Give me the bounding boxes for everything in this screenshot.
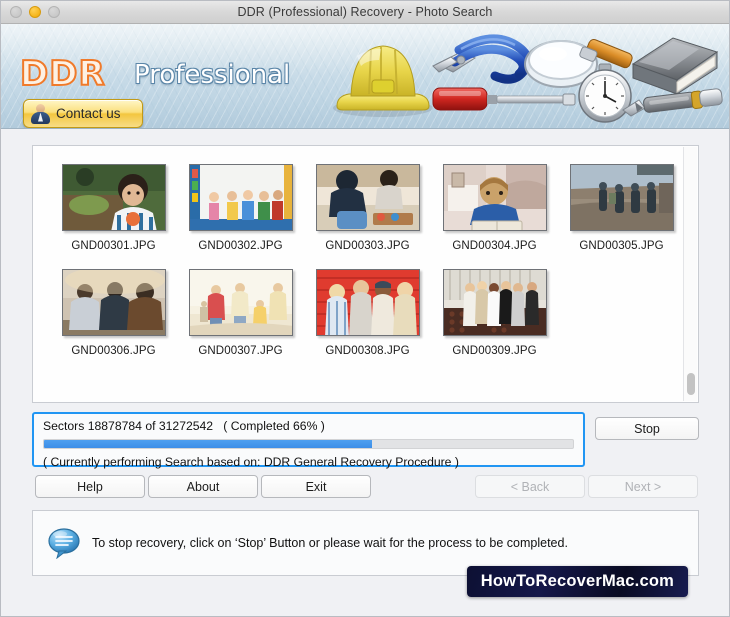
thumbnail-image[interactable] [442,164,547,231]
thumbnail-image[interactable] [188,269,293,336]
navigation-buttons: Help About Exit < Back Next > [32,475,699,499]
status-panel: To stop recovery, click on ‘Stop’ Button… [32,510,699,597]
watermark: HowToRecoverMac.com [466,566,688,597]
thumbnail-item[interactable]: GND00303.JPG [309,164,426,252]
person-icon [30,103,51,125]
thumbnail-label: GND00303.JPG [325,240,410,252]
thumbnail-label: GND00301.JPG [71,240,156,252]
thumbnail-label: GND00308.JPG [325,345,410,357]
progress-bar [43,439,574,449]
help-button[interactable]: Help [35,475,145,498]
thumbnail-item[interactable]: GND00305.JPG [563,164,680,252]
book-icon [631,37,719,95]
thumbnail-image[interactable] [61,164,166,231]
contact-us-button[interactable]: Contact us [23,99,143,128]
stop-button[interactable]: Stop [595,417,699,440]
thumbnail-image[interactable] [61,269,166,336]
screwdriver-icon [432,87,576,111]
progress-bar-fill [44,440,372,448]
pliers-icon [432,34,533,84]
thumbnail-grid: GND00301.JPG GND00302.JPG GND00303.JPG G… [33,146,698,374]
window-title: DDR (Professional) Recovery - Photo Sear… [237,5,493,19]
speech-bubble-icon [47,527,81,560]
application-window: DDR (Professional) Recovery - Photo Sear… [0,0,730,617]
sectors-text: Sectors 18878784 of 31272542 ( Completed… [43,419,325,433]
thumbnail-item[interactable]: GND00307.JPG [182,269,299,357]
header-banner: DDR Professional Contact us [1,24,729,129]
thumbnail-panel: GND00301.JPG GND00302.JPG GND00303.JPG G… [32,145,699,403]
thumbnail-item[interactable]: GND00304.JPG [436,164,553,252]
contact-us-label: Contact us [56,106,121,121]
thumbnail-image[interactable] [188,164,293,231]
thumbnail-image[interactable] [442,269,547,336]
hard-hat-icon [333,45,433,117]
scrollbar-thumb[interactable] [687,373,695,395]
thumbnail-item[interactable]: GND00301.JPG [55,164,172,252]
progress-panel: Sectors 18878784 of 31272542 ( Completed… [32,412,585,469]
current-action-text: ( Currently performing Search based on: … [43,455,459,469]
thumbnail-label: GND00309.JPG [452,345,537,357]
thumbnail-label: GND00307.JPG [198,345,283,357]
thumbnail-label: GND00302.JPG [198,240,283,252]
banner-tool-icons [323,30,723,126]
app-logo-ddr: DDR [19,53,106,95]
progress-row: Sectors 18878784 of 31272542 ( Completed… [32,412,699,469]
next-button: Next > [588,475,698,498]
thumbnail-item[interactable]: GND00309.JPG [436,269,553,357]
thumbnail-label: GND00305.JPG [579,240,664,252]
thumbnail-label: GND00306.JPG [71,345,156,357]
vertical-scrollbar[interactable] [683,147,697,401]
thumbnail-image[interactable] [569,164,674,231]
thumbnail-item[interactable]: GND00306.JPG [55,269,172,357]
title-bar: DDR (Professional) Recovery - Photo Sear… [1,1,729,24]
thumbnail-image[interactable] [315,269,420,336]
thumbnail-label: GND00304.JPG [452,240,537,252]
thumbnail-item[interactable]: GND00302.JPG [182,164,299,252]
thumbnail-item[interactable]: GND00308.JPG [309,269,426,357]
main-content: GND00301.JPG GND00302.JPG GND00303.JPG G… [1,129,729,597]
exit-button[interactable]: Exit [261,475,371,498]
thumbnail-image[interactable] [315,164,420,231]
status-message: To stop recovery, click on ‘Stop’ Button… [92,536,568,550]
app-logo-professional: Professional [134,60,291,90]
about-button[interactable]: About [148,475,258,498]
back-button: < Back [475,475,585,498]
